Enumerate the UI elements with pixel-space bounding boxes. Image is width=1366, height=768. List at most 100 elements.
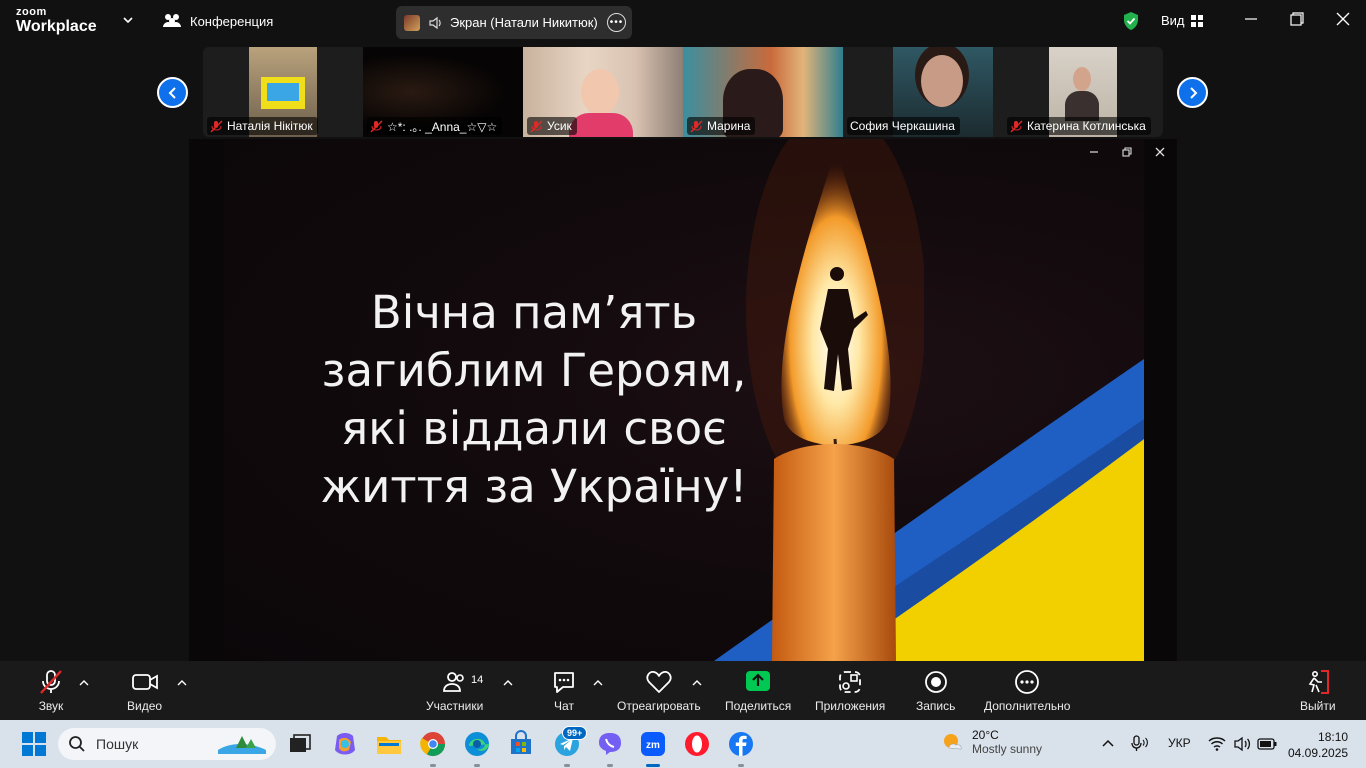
chat-button[interactable]: Чат <box>551 669 577 713</box>
view-label: Вид <box>1161 13 1185 28</box>
record-button[interactable]: Запись <box>916 669 955 713</box>
participants-label: Участники <box>426 699 484 713</box>
clock-date: 04.09.2025 <box>1288 746 1349 760</box>
participant-tile[interactable]: Марина <box>683 47 843 137</box>
zoom-logo[interactable]: zoom Workplace <box>16 7 97 35</box>
chat-options-chevron-icon[interactable] <box>593 679 603 687</box>
viber-icon[interactable] <box>596 730 624 758</box>
chevron-right-icon <box>1189 86 1197 99</box>
muted-mic-icon <box>530 120 543 132</box>
ms-store-icon[interactable] <box>507 730 535 758</box>
language-indicator[interactable]: УКР <box>1168 736 1191 750</box>
video-label: Видео <box>127 699 163 713</box>
opera-icon[interactable] <box>683 730 711 758</box>
share-minimize-icon[interactable] <box>1087 145 1101 159</box>
participant-tile[interactable]: Усик <box>523 47 683 137</box>
participant-tile[interactable]: София Черкашина <box>843 47 1003 137</box>
participant-tile[interactable]: ☆*: .｡. _Anna_☆▽☆ <box>363 47 523 137</box>
running-app-indicator <box>607 764 613 767</box>
participants-options-chevron-icon[interactable] <box>503 679 513 687</box>
task-view-icon[interactable] <box>286 730 314 758</box>
muted-mic-icon <box>210 120 223 132</box>
brand-large: Workplace <box>16 18 97 35</box>
file-explorer-icon[interactable] <box>375 730 403 758</box>
weather-desc: Mostly sunny <box>972 742 1043 756</box>
participant-tile[interactable]: Катерина Котлинська <box>1003 47 1163 137</box>
share-screen-button[interactable]: Поделиться <box>725 669 791 713</box>
participant-tile[interactable]: Наталія Нікітюк <box>203 47 363 137</box>
participant-label: София Черкашина <box>847 117 960 135</box>
chrome-icon[interactable] <box>419 730 447 758</box>
audio-button[interactable]: Звук <box>38 669 64 713</box>
leave-button[interactable]: Выйти <box>1300 669 1336 713</box>
participant-label: ☆*: .｡. _Anna_☆▽☆ <box>367 117 503 135</box>
more-button[interactable]: Дополнительно <box>984 669 1070 713</box>
leave-label: Выйти <box>1300 699 1336 713</box>
search-placeholder: Пошук <box>96 736 139 752</box>
close-icon[interactable] <box>1336 12 1350 26</box>
video-button[interactable]: Видео <box>127 669 162 713</box>
muted-mic-icon <box>690 120 703 132</box>
running-app-indicator <box>430 764 436 767</box>
audio-label: Звук <box>38 699 64 713</box>
weather-widget[interactable]: 20°C Mostly sunny <box>940 728 1042 756</box>
more-options-icon[interactable]: ••• <box>607 13 626 32</box>
wifi-icon[interactable] <box>1208 736 1226 752</box>
microphone-tray-icon[interactable] <box>1130 735 1150 753</box>
grid-icon <box>1190 14 1203 27</box>
video-camera-icon <box>131 674 158 690</box>
more-label: Дополнительно <box>984 699 1071 713</box>
copilot-icon[interactable] <box>331 730 359 758</box>
taskbar-search[interactable]: Пошук <box>58 728 276 760</box>
share-close-icon[interactable] <box>1153 145 1167 159</box>
volume-icon[interactable] <box>1233 736 1251 752</box>
prev-page-button[interactable] <box>157 77 188 108</box>
battery-icon[interactable] <box>1257 737 1277 751</box>
facebook-icon[interactable] <box>727 730 755 758</box>
edge-icon[interactable] <box>463 730 491 758</box>
participant-name: Катерина Котлинська <box>1027 119 1146 133</box>
telegram-badge: 99+ <box>562 726 588 740</box>
muted-mic-icon <box>1010 120 1023 132</box>
brand-small: zoom <box>16 6 47 18</box>
share-label: Поделиться <box>725 699 792 713</box>
zoom-taskbar-icon[interactable]: zm <box>639 730 667 758</box>
video-options-chevron-icon[interactable] <box>177 679 187 687</box>
minimize-icon[interactable] <box>1244 12 1258 26</box>
apps-button[interactable]: Приложения <box>815 669 885 713</box>
chevron-down-icon[interactable] <box>122 14 134 26</box>
participants-icon <box>442 672 464 692</box>
meeting-toolbar: Звук Видео Участники 14 Чат Отреагироват… <box>0 661 1366 720</box>
participant-name: Усик <box>547 119 572 133</box>
title-bar: zoom Workplace Конференция Экран (Натали… <box>0 0 1366 44</box>
people-icon <box>163 14 181 27</box>
memorial-text: Вічна пам’ять загиблим Героям, які відда… <box>284 284 784 516</box>
react-options-chevron-icon[interactable] <box>692 679 702 687</box>
search-icon <box>69 736 85 752</box>
screen-share-pill[interactable]: Экран (Натали Никитюк) ••• <box>396 6 632 39</box>
apps-label: Приложения <box>815 699 886 713</box>
shared-screen-view[interactable]: Вічна пам’ять загиблим Героям, які відда… <box>189 139 1177 661</box>
audio-options-chevron-icon[interactable] <box>79 679 89 687</box>
record-icon <box>924 671 947 693</box>
restore-icon[interactable] <box>1290 12 1304 26</box>
participant-strip: Наталія Нікітюк ☆*: .｡. _Anna_☆▽☆ Усик М… <box>203 47 1163 137</box>
participant-name: Марина <box>707 119 751 133</box>
apps-icon <box>839 671 862 693</box>
memorial-line: Вічна пам’ять <box>370 286 698 339</box>
system-clock[interactable]: 18:10 04.09.2025 <box>1288 729 1348 761</box>
windows-start-icon[interactable] <box>20 730 48 758</box>
participant-label: Марина <box>687 117 756 135</box>
speaker-icon <box>429 16 441 29</box>
share-restore-icon[interactable] <box>1120 145 1134 159</box>
next-page-button[interactable] <box>1177 77 1208 108</box>
meeting-info-button[interactable]: Конференция <box>162 12 273 30</box>
show-hidden-icons-chevron-icon[interactable] <box>1102 738 1114 748</box>
running-app-indicator <box>738 764 744 767</box>
participant-name: Наталія Нікітюк <box>227 119 313 133</box>
view-button[interactable]: Вид <box>1161 13 1203 28</box>
heart-icon <box>646 671 672 693</box>
security-shield-icon[interactable] <box>1122 11 1140 31</box>
react-button[interactable]: Отреагировать <box>617 669 701 713</box>
search-highlight-icon <box>218 736 266 754</box>
